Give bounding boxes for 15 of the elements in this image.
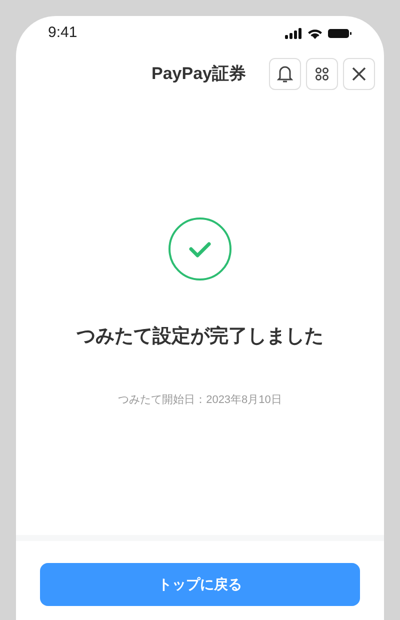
bell-icon: [277, 65, 293, 83]
success-check-icon: [168, 217, 232, 281]
notification-button[interactable]: [269, 58, 301, 90]
grid-icon: [315, 67, 329, 81]
wifi-icon: [307, 28, 323, 38]
completion-title: つみたて設定が完了しました: [76, 324, 324, 349]
close-icon: [352, 67, 366, 81]
menu-button[interactable]: [306, 58, 338, 90]
app-title: PayPay証券: [152, 63, 246, 86]
battery-icon: [328, 28, 352, 38]
back-to-top-button[interactable]: トップに戻る: [40, 563, 360, 606]
close-button[interactable]: [343, 58, 375, 90]
status-time: 9:41: [48, 22, 78, 43]
start-date: つみたて開始日：2023年8月10日: [118, 392, 282, 408]
signal-icon: [285, 28, 302, 38]
